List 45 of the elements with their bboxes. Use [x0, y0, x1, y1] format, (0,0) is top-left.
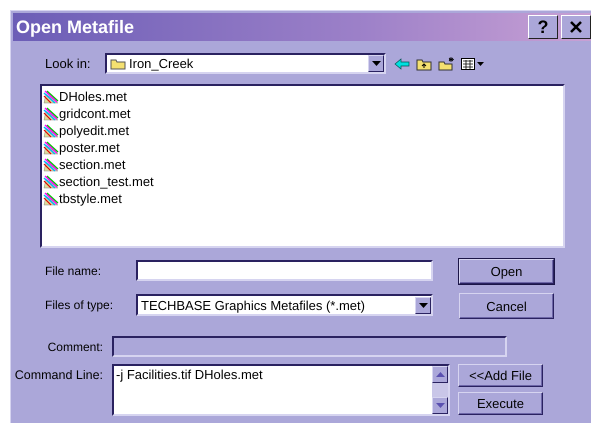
dropdown-arrow-icon: [372, 61, 380, 66]
file-type-value: TECHBASE Graphics Metafiles (*.met): [141, 298, 365, 312]
metafile-icon: [43, 124, 59, 138]
scroll-up-button[interactable]: [432, 366, 448, 383]
look-in-label: Look in:: [45, 56, 92, 71]
folder-icon: [110, 57, 126, 70]
down-arrow-icon: [436, 403, 444, 408]
view-menu-icon: [461, 58, 485, 70]
file-name-field[interactable]: [136, 260, 433, 281]
command-line-label: Command Line:: [14, 368, 104, 382]
file-item[interactable]: polyedit.met: [43, 122, 563, 139]
open-button[interactable]: Open: [459, 259, 554, 284]
command-line-field[interactable]: -j Facilities.tif DHoles.met: [112, 364, 450, 416]
close-button[interactable]: [561, 15, 591, 39]
file-type-label: Files of type:: [45, 298, 114, 312]
file-item[interactable]: gridcont.met: [43, 105, 563, 122]
look-in-dropdown[interactable]: Iron_Creek: [105, 53, 386, 74]
dropdown-arrow-icon: [418, 302, 428, 308]
file-item[interactable]: DHoles.met: [43, 88, 563, 105]
up-arrow-icon: [436, 372, 444, 377]
metafile-icon: [43, 106, 59, 120]
scroll-down-button[interactable]: [432, 397, 448, 414]
help-button[interactable]: ?: [528, 15, 558, 39]
comment-label: Comment:: [46, 340, 104, 354]
close-icon: [569, 20, 583, 34]
file-item[interactable]: section.met: [43, 156, 563, 173]
up-folder-icon: [416, 56, 432, 70]
file-item[interactable]: section_test.met: [43, 173, 563, 190]
command-line-text: -j Facilities.tif DHoles.met: [115, 366, 264, 384]
new-folder-icon: [438, 56, 455, 70]
metafile-icon: [43, 140, 59, 154]
look-in-value: Iron_Creek: [129, 56, 194, 71]
add-file-button[interactable]: <<Add File: [458, 364, 543, 387]
file-name-label: File name:: [45, 264, 102, 278]
back-arrow-icon: [394, 58, 410, 70]
cancel-button[interactable]: Cancel: [459, 293, 554, 319]
file-item[interactable]: poster.met: [43, 139, 563, 156]
metafile-icon: [43, 192, 59, 206]
file-type-dropdown[interactable]: TECHBASE Graphics Metafiles (*.met): [136, 294, 433, 316]
execute-button[interactable]: Execute: [458, 392, 543, 415]
metafile-icon: [43, 90, 59, 104]
file-item[interactable]: tbstyle.met: [43, 190, 563, 207]
metafile-icon: [43, 158, 59, 172]
window-title: Open Metafile: [16, 16, 136, 38]
metafile-icon: [43, 174, 59, 188]
